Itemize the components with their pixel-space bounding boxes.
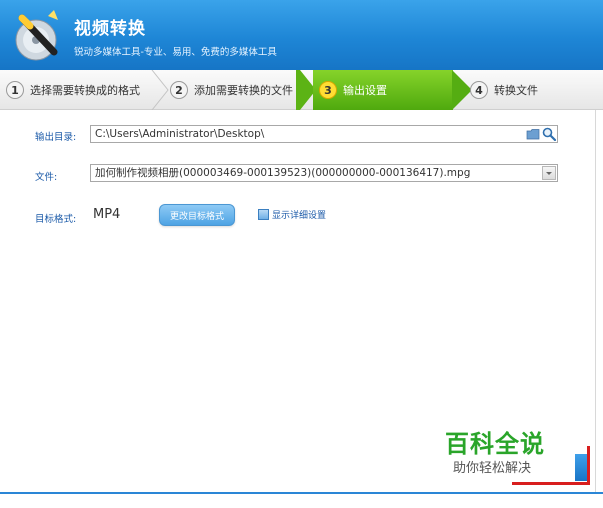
- app-title: 视频转换: [74, 19, 146, 39]
- app-header: 视频转换 锐动多媒体工具-专业、易用、免费的多媒体工具: [0, 0, 603, 70]
- file-select-value: 加何制作视频相册(000003469-000139523)(000000000-…: [95, 167, 471, 179]
- output-dir-input[interactable]: C:\Users\Administrator\Desktop\: [90, 125, 558, 143]
- dropdown-button[interactable]: [542, 166, 556, 180]
- step-number: 1: [6, 81, 24, 99]
- step-2-add-files[interactable]: 2 添加需要转换的文件: [170, 70, 300, 110]
- step-4-convert[interactable]: 4 转换文件: [470, 70, 580, 110]
- output-dir-value: C:\Users\Administrator\Desktop\: [95, 128, 265, 140]
- step-separator-icon: [151, 70, 169, 110]
- search-icon[interactable]: [542, 127, 556, 141]
- file-select[interactable]: 加何制作视频相册(000003469-000139523)(000000000-…: [90, 164, 558, 182]
- target-format-label: 目标格式:: [35, 214, 77, 225]
- folder-icon[interactable]: [526, 128, 540, 140]
- step-label: 选择需要转换成的格式: [30, 84, 140, 97]
- show-details-option[interactable]: 显示详细设置: [258, 208, 326, 221]
- step-number: 2: [170, 81, 188, 99]
- highlight-box: [512, 446, 590, 485]
- step-label: 转换文件: [494, 84, 538, 97]
- target-format-value: MP4: [93, 207, 121, 222]
- bottom-divider: [0, 492, 603, 494]
- video-convert-logo-icon: [15, 10, 58, 61]
- output-dir-label: 输出目录:: [35, 132, 77, 143]
- step-1-select-format[interactable]: 1 选择需要转换成的格式: [6, 70, 156, 110]
- show-details-checkbox[interactable]: [258, 209, 269, 220]
- step-3-output-settings[interactable]: 3 输出设置: [313, 70, 453, 110]
- step-label: 输出设置: [343, 84, 387, 97]
- wizard-steps: 1 选择需要转换成的格式 2 添加需要转换的文件 3 输出设置 4 转换文件: [0, 70, 603, 110]
- show-details-label: 显示详细设置: [272, 211, 327, 221]
- chevron-down-icon: [546, 172, 552, 175]
- step-label: 添加需要转换的文件: [194, 84, 293, 97]
- app-subtitle: 锐动多媒体工具-专业、易用、免费的多媒体工具: [74, 47, 277, 58]
- step-number: 3: [319, 81, 337, 99]
- content-border: [595, 110, 596, 492]
- step-number: 4: [470, 81, 488, 99]
- step-arrow-icon: [452, 70, 472, 110]
- file-label: 文件:: [35, 172, 58, 183]
- change-format-button[interactable]: 更改目标格式: [159, 204, 235, 226]
